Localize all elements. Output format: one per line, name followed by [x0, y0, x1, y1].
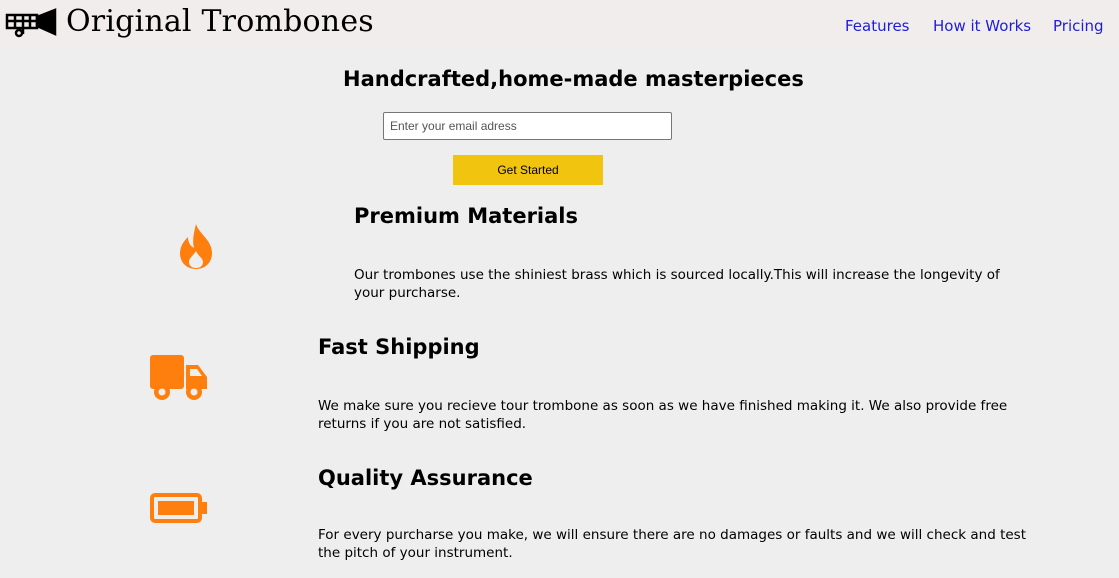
battery-full-icon — [150, 493, 207, 523]
trombone-logo-icon — [5, 8, 57, 38]
truck-icon — [150, 355, 207, 400]
email-input[interactable] — [383, 112, 672, 140]
nav-link-features[interactable]: Features — [845, 17, 910, 35]
feature-title-fast-shipping: Fast Shipping — [318, 335, 480, 359]
fire-icon — [180, 224, 212, 269]
feature-title-quality-assurance: Quality Assurance — [318, 466, 533, 490]
feature-title-premium-materials: Premium Materials — [354, 204, 578, 228]
site-header: Original Trombones Features How it Works… — [0, 0, 1119, 48]
nav-link-how-it-works[interactable]: How it Works — [933, 17, 1031, 35]
feature-desc-premium-materials: Our trombones use the shiniest brass whi… — [354, 267, 1000, 301]
feature-desc-quality-assurance: For every purcharse you make, we will en… — [318, 527, 1026, 561]
hero-title: Handcrafted,home-made masterpieces — [343, 67, 804, 91]
feature-desc-fast-shipping: We make sure you recieve tour trombone a… — [318, 398, 1008, 432]
get-started-button[interactable]: Get Started — [453, 155, 603, 185]
nav-link-pricing[interactable]: Pricing — [1053, 17, 1104, 35]
site-logo-text[interactable]: Original Trombones — [66, 4, 374, 40]
